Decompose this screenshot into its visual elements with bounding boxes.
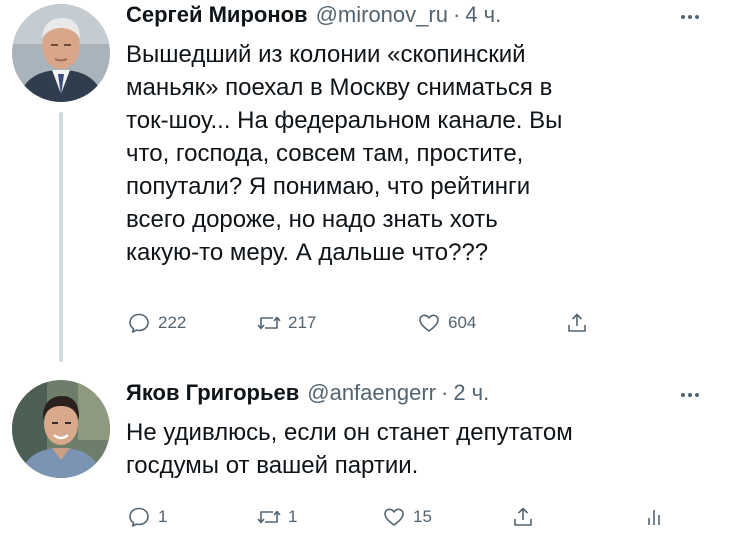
retweet-icon	[256, 504, 282, 530]
tweet-text-line: Вышедший из колонии «скопинский	[126, 41, 526, 68]
reply-button[interactable]: 222	[126, 308, 186, 338]
timestamp[interactable]: 4 ч.	[465, 2, 501, 28]
retweet-count: 1	[288, 507, 298, 526]
reply-count: 222	[158, 313, 187, 332]
author-handle[interactable]: @anfaengerr	[307, 380, 436, 406]
share-icon	[510, 504, 536, 530]
tweet-header: Яков Григорьев @anfaengerr · 2 ч.	[126, 380, 489, 408]
author-name[interactable]: Сергей Миронов	[126, 2, 308, 28]
analytics-button[interactable]	[641, 502, 673, 532]
tweet-text-line: маньяк» поехал в Москву сниматься в	[126, 74, 553, 101]
tweet-text-line: что, господа, совсем там, простите,	[126, 140, 524, 167]
avatar[interactable]	[12, 380, 110, 478]
tweet-text-line: ток-шоу... На федеральном канале. Вы	[126, 107, 563, 134]
retweet-count: 217	[288, 313, 317, 332]
share-icon	[564, 310, 590, 336]
like-button[interactable]: 15	[381, 502, 432, 532]
like-count: 604	[448, 313, 477, 332]
tweet-actions: 222 217 604	[126, 308, 686, 338]
retweet-button[interactable]: 217	[256, 308, 316, 338]
tweet[interactable]: Сергей Миронов @mironov_ru · 4 ч. Вышедш…	[0, 0, 729, 360]
reply-button[interactable]: 1	[126, 502, 167, 532]
analytics-icon	[641, 504, 667, 530]
twitter-thread: Сергей Миронов @mironov_ru · 4 ч. Вышедш…	[0, 0, 729, 539]
heart-icon	[416, 310, 442, 336]
author-name[interactable]: Яков Григорьев	[126, 380, 299, 406]
separator-dot: ·	[452, 2, 461, 27]
separator-dot: ·	[441, 380, 449, 405]
reply-icon	[126, 504, 152, 530]
retweet-icon	[256, 310, 282, 336]
tweet-text-line: какую-то меру. А дальше что???	[126, 239, 489, 266]
more-icon[interactable]	[679, 6, 701, 28]
retweet-button[interactable]: 1	[256, 502, 297, 532]
tweet-text-line: Не удивлюсь, если он станет депутатом	[126, 419, 573, 446]
more-icon[interactable]	[679, 384, 701, 406]
tweet[interactable]: Яков Григорьев @anfaengerr · 2 ч. Не уди…	[0, 372, 729, 539]
like-count: 15	[413, 507, 432, 526]
author-handle[interactable]: @mironov_ru	[316, 2, 448, 28]
avatar[interactable]	[12, 4, 110, 102]
heart-icon	[381, 504, 407, 530]
tweet-text-line: попутали? Я понимаю, что рейтинги	[126, 173, 531, 200]
reply-icon	[126, 310, 152, 336]
tweet-text-line: госдумы от вашей партии.	[126, 452, 419, 479]
tweet-text: Вышедший из колонии «скопинский маньяк» …	[126, 38, 686, 269]
tweet-text: Не удивлюсь, если он станет депутатом го…	[126, 416, 686, 482]
share-button[interactable]	[564, 308, 596, 338]
like-button[interactable]: 604	[416, 308, 476, 338]
reply-count: 1	[158, 507, 168, 526]
tweet-text-line: всего дороже, но надо знать хоть	[126, 206, 498, 233]
tweet-actions: 1 1 15	[126, 502, 686, 532]
share-button[interactable]	[510, 502, 542, 532]
tweet-header: Сергей Миронов @mironov_ru · 4 ч.	[126, 2, 501, 30]
timestamp[interactable]: 2 ч.	[453, 380, 489, 406]
